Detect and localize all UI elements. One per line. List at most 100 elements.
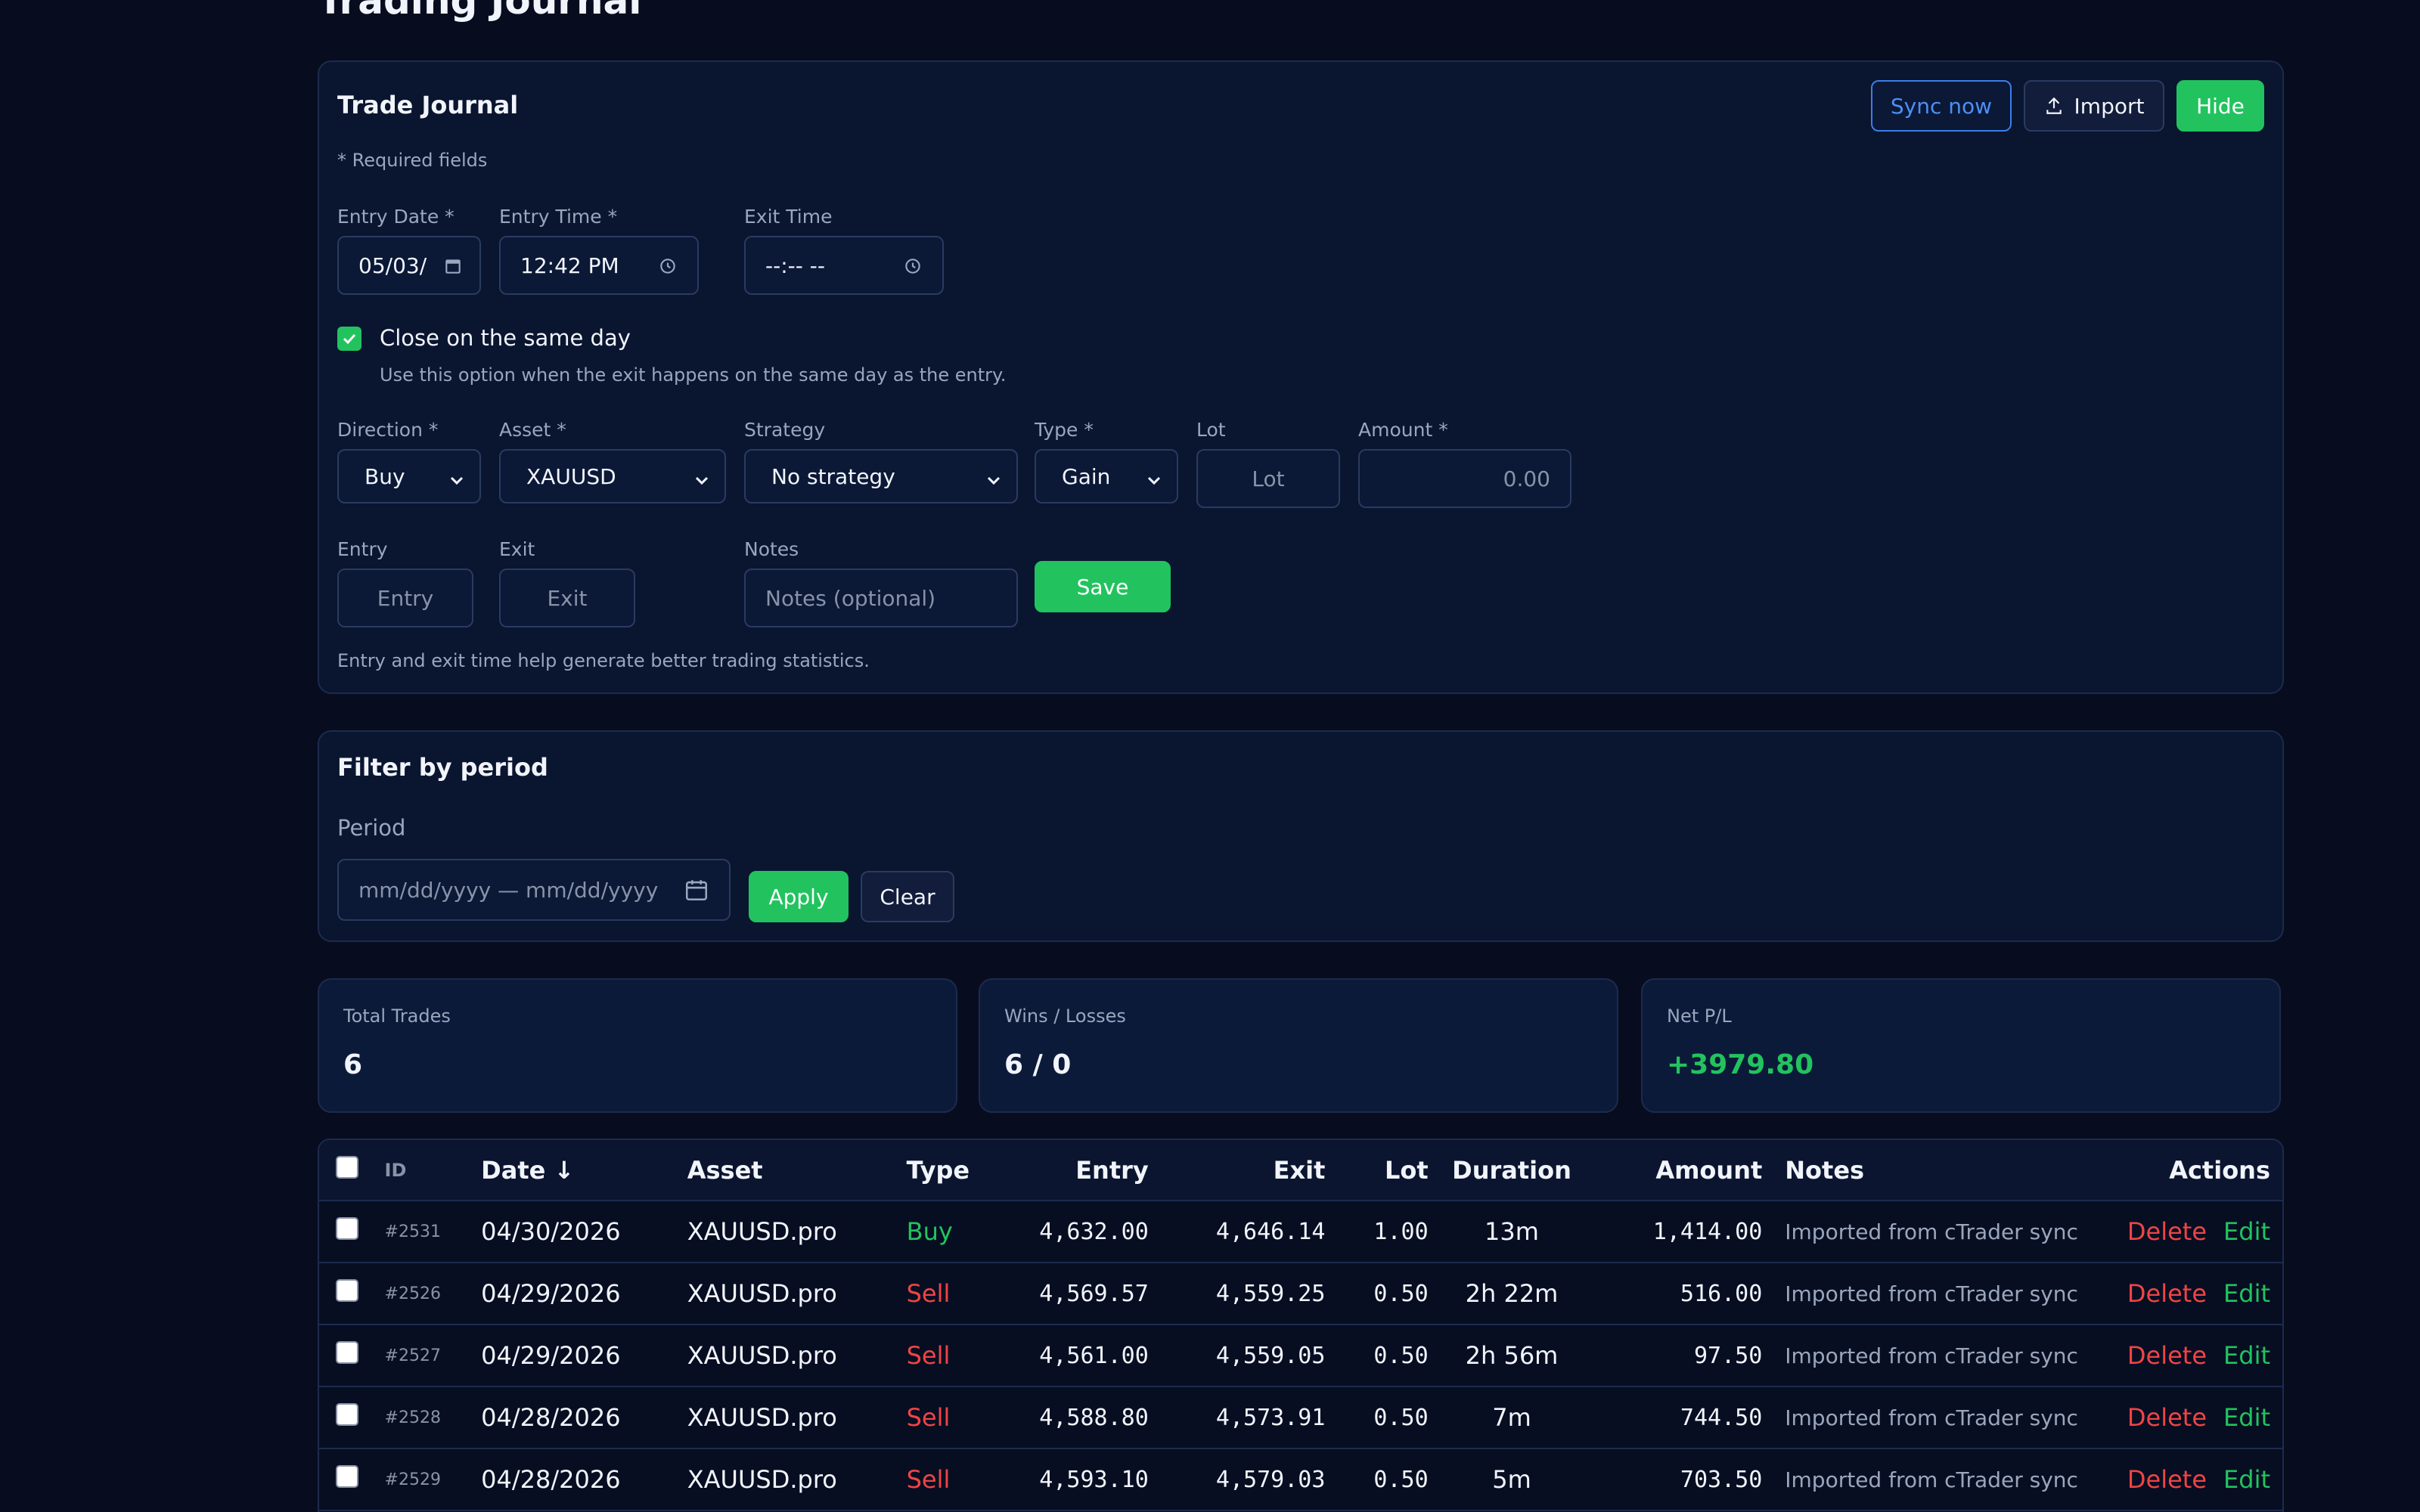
row-exit: 4,579.03 [1148, 1448, 1326, 1511]
exit-time-input[interactable]: --:-- -- [744, 236, 944, 295]
entry-time-input[interactable]: 12:42 PM [499, 236, 699, 295]
delete-link[interactable]: Delete [2127, 1279, 2207, 1308]
import-label: Import [2074, 93, 2145, 119]
trades-table: ID Date ↓ Asset Type Entry Exit Lot Dura… [318, 1139, 2284, 1512]
delete-link[interactable]: Delete [2127, 1465, 2207, 1494]
calendar-icon [445, 259, 461, 274]
col-actions-header: Actions [2169, 1140, 2282, 1201]
select-all-checkbox[interactable] [336, 1155, 358, 1179]
row-checkbox[interactable] [336, 1279, 358, 1302]
row-lot: 1.00 [1325, 1201, 1429, 1263]
col-date-header[interactable]: Date ↓ [481, 1140, 687, 1201]
delete-link[interactable]: Delete [2127, 1217, 2207, 1246]
row-duration: 2h 22m [1428, 1263, 1596, 1325]
same-day-label: Close on the same day [380, 325, 631, 351]
asset-select[interactable]: XAUUSD [499, 449, 726, 503]
page: Trading Journal Trade Journal Sync now I… [0, 0, 2420, 1512]
row-entry: 4,561.00 [996, 1325, 1149, 1387]
strategy-value: No strategy [771, 463, 895, 489]
period-label: Period [337, 815, 406, 841]
delete-link[interactable]: Delete [2127, 1403, 2207, 1432]
filter-card: Filter by period Period mm/dd/yyyy — mm/… [318, 730, 2284, 942]
row-amount: 703.50 [1595, 1448, 1786, 1511]
row-asset: XAUUSD.pro [687, 1387, 907, 1449]
trade-journal-card: Trade Journal Sync now Import Hide * Req… [318, 60, 2284, 694]
edit-link[interactable]: Edit [2223, 1403, 2270, 1432]
exit-time-label: Exit Time [744, 206, 833, 228]
row-checkbox[interactable] [336, 1403, 358, 1426]
entry-date-input[interactable]: 05/03/ [337, 236, 481, 295]
same-day-hint: Use this option when the exit happens on… [380, 364, 1007, 386]
net-pl-value: +3979.80 [1667, 1049, 1814, 1080]
col-asset-header: Asset [687, 1140, 907, 1201]
exit-time-value: --:-- -- [765, 253, 825, 278]
row-date: 04/28/2026 [481, 1448, 687, 1511]
type-value: Gain [1062, 463, 1111, 489]
entry-input[interactable]: Entry [337, 569, 473, 627]
period-placeholder: mm/dd/yyyy — mm/dd/yyyy [358, 877, 659, 903]
same-day-checkbox[interactable] [337, 327, 361, 351]
row-exit: 4,646.14 [1148, 1201, 1326, 1263]
lot-label: Lot [1196, 419, 1226, 441]
row-actions: Delete Edit [2127, 1263, 2282, 1325]
edit-link[interactable]: Edit [2223, 1341, 2270, 1370]
table-row: #2527 04/29/2026 XAUUSD.pro Sell 4,561.0… [319, 1325, 2282, 1387]
row-checkbox[interactable] [336, 1341, 358, 1364]
row-checkbox[interactable] [336, 1217, 358, 1240]
form-footer-hint: Entry and exit time help generate better… [337, 650, 870, 671]
row-asset: XAUUSD.pro [687, 1448, 907, 1511]
save-button[interactable]: Save [1035, 561, 1171, 612]
row-date: 04/28/2026 [481, 1387, 687, 1449]
sync-now-button[interactable]: Sync now [1871, 80, 2012, 132]
row-id: #2531 [384, 1201, 482, 1263]
notes-input[interactable]: Notes (optional) [744, 569, 1018, 627]
table-row: #2529 04/28/2026 XAUUSD.pro Sell 4,593.1… [319, 1448, 2282, 1511]
col-notes-header: Notes [1785, 1140, 2211, 1201]
row-amount: 97.50 [1595, 1325, 1786, 1387]
row-asset: XAUUSD.pro [687, 1201, 907, 1263]
row-asset: XAUUSD.pro [687, 1325, 907, 1387]
table-row: #2526 04/29/2026 XAUUSD.pro Sell 4,569.5… [319, 1263, 2282, 1325]
net-pl-card: Net P/L +3979.80 [1641, 978, 2281, 1113]
row-amount: 516.00 [1595, 1263, 1786, 1325]
import-button[interactable]: Import [2024, 80, 2164, 132]
row-date: 04/30/2026 [481, 1201, 687, 1263]
row-checkbox[interactable] [336, 1465, 358, 1488]
row-lot: 0.50 [1325, 1263, 1429, 1325]
chevron-down-icon [987, 476, 1001, 485]
lot-input[interactable]: Lot [1196, 449, 1340, 508]
edit-link[interactable]: Edit [2223, 1465, 2270, 1494]
row-entry: 4,588.80 [996, 1387, 1149, 1449]
row-amount: 1,414.00 [1595, 1201, 1786, 1263]
row-duration: 5m [1428, 1448, 1596, 1511]
wins-losses-label: Wins / Losses [1004, 1005, 1126, 1027]
direction-label: Direction * [337, 419, 439, 441]
wins-losses-value: 6 / 0 [1004, 1049, 1072, 1080]
period-input[interactable]: mm/dd/yyyy — mm/dd/yyyy [337, 859, 731, 921]
row-type: Sell [906, 1448, 997, 1511]
row-actions: Delete Edit [2127, 1387, 2282, 1449]
amount-input[interactable]: 0.00 [1358, 449, 1571, 508]
table-row: #2528 04/28/2026 XAUUSD.pro Sell 4,588.8… [319, 1387, 2282, 1449]
row-id: #2526 [384, 1263, 482, 1325]
row-actions: Delete Edit [2127, 1448, 2282, 1511]
apply-button[interactable]: Apply [749, 871, 849, 922]
exit-input[interactable]: Exit [499, 569, 635, 627]
hide-button[interactable]: Hide [2176, 80, 2264, 132]
calendar-icon [685, 880, 708, 901]
total-trades-card: Total Trades 6 [318, 978, 957, 1113]
strategy-select[interactable]: No strategy [744, 449, 1018, 503]
edit-link[interactable]: Edit [2223, 1279, 2270, 1308]
clock-icon [905, 259, 920, 274]
clear-button[interactable]: Clear [861, 871, 954, 922]
edit-link[interactable]: Edit [2223, 1217, 2270, 1246]
row-date: 04/29/2026 [481, 1263, 687, 1325]
table-header-row: ID Date ↓ Asset Type Entry Exit Lot Dura… [319, 1140, 2282, 1201]
entry-time-label: Entry Time * [499, 206, 618, 228]
direction-select[interactable]: Buy [337, 449, 481, 503]
row-type: Sell [906, 1387, 997, 1449]
delete-link[interactable]: Delete [2127, 1341, 2207, 1370]
col-exit-header: Exit [1148, 1140, 1326, 1201]
type-select[interactable]: Gain [1035, 449, 1178, 503]
exit-label: Exit [499, 538, 535, 560]
